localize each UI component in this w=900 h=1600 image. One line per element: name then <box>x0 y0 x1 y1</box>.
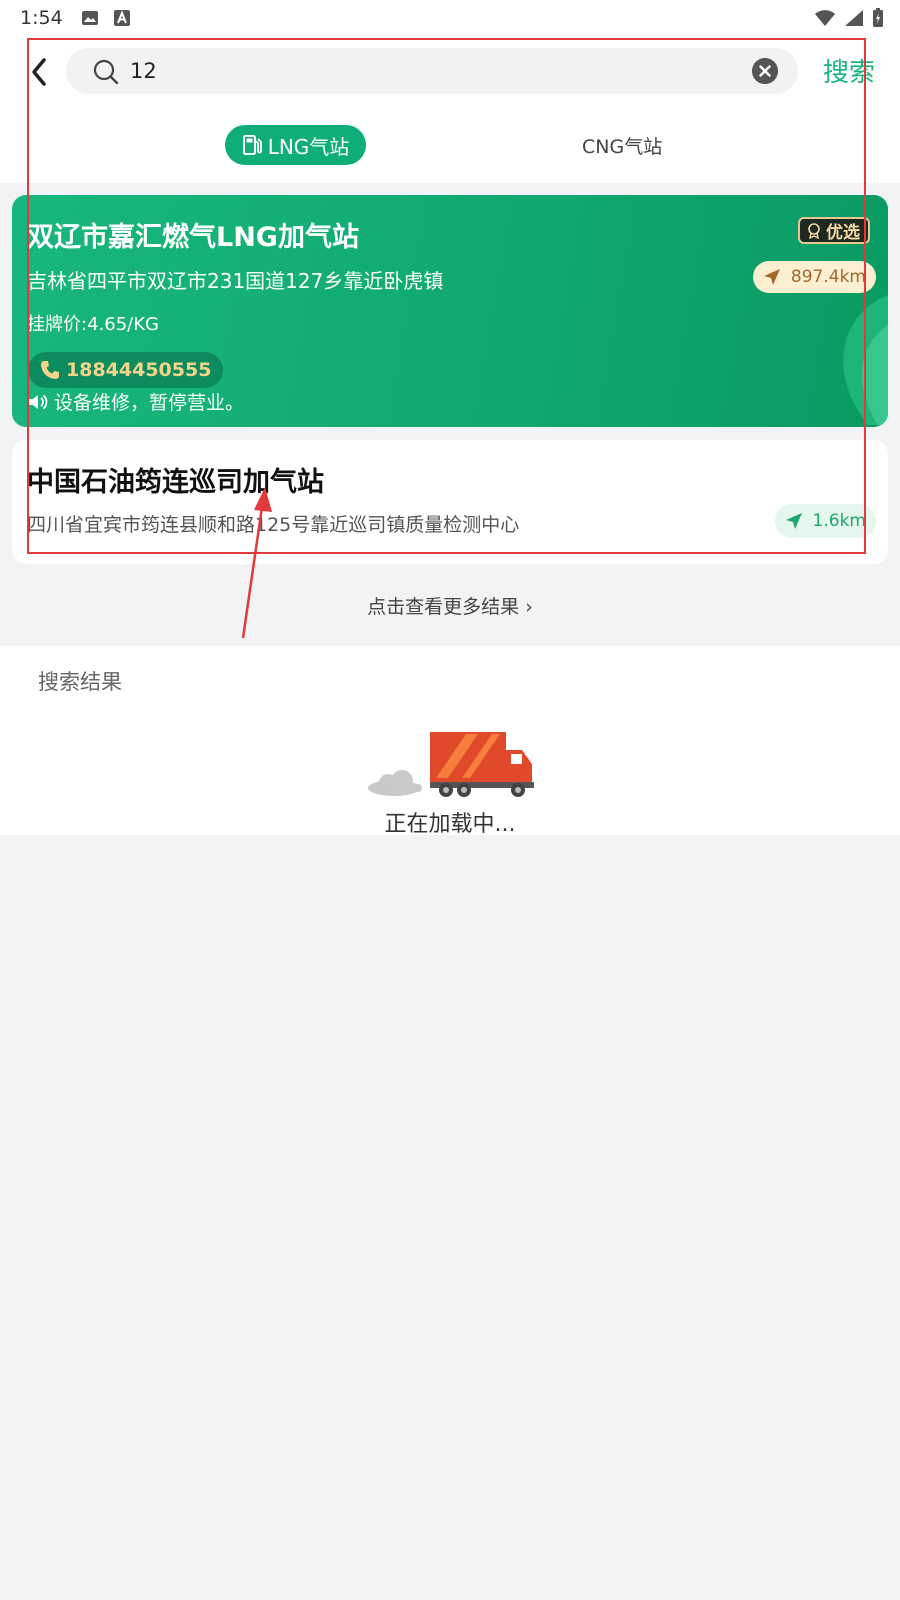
station-address: 吉林省四平市双辽市231国道127乡靠近卧虎镇 <box>27 269 444 293</box>
station-price: 挂牌价:4.65/KG <box>27 314 159 335</box>
station-name: 中国石油筠连巡司加气站 <box>27 467 324 498</box>
distance-value: 897.4km <box>790 267 866 287</box>
truck-loading-icon <box>368 732 534 797</box>
phone-number: 18844450555 <box>66 359 212 381</box>
notice-text: 设备维修，暂停营业。 <box>54 392 245 414</box>
search-box[interactable] <box>66 48 798 94</box>
navigation-icon <box>763 269 780 285</box>
distance-value: 1.6km <box>812 511 866 531</box>
fuel-pump-icon <box>242 135 262 155</box>
tab-lng-label: LNG气站 <box>267 134 350 159</box>
search-header: 搜索 LNG气站 CNG气站 <box>0 36 900 183</box>
station-card-featured[interactable]: 双辽市嘉汇燃气LNG加气站 优选 吉林省四平市双辽市231国道127乡靠近卧虎镇… <box>12 195 888 427</box>
speaker-icon <box>29 394 48 409</box>
more-results-link[interactable]: 点击查看更多结果 › <box>0 592 900 619</box>
medal-icon <box>808 222 820 239</box>
phone-icon <box>41 361 59 379</box>
status-bar: 1:54 <box>0 0 900 36</box>
leaf-decoration-icon <box>843 295 888 425</box>
navigation-icon <box>785 513 802 529</box>
signal-icon <box>845 10 863 26</box>
image-icon <box>81 11 98 25</box>
status-right <box>814 8 884 28</box>
preferred-badge: 优选 <box>798 217 870 244</box>
badge-label: 优选 <box>826 223 860 243</box>
search-button[interactable]: 搜索 <box>823 52 875 89</box>
distance-badge[interactable]: 1.6km <box>774 504 876 538</box>
tab-cng[interactable]: CNG气站 <box>582 132 662 159</box>
search-icon <box>93 59 119 85</box>
station-card[interactable]: 中国石油筠连巡司加气站 四川省宜宾市筠连县顺和路125号靠近巡司镇质量检测中心 … <box>12 440 888 564</box>
station-address: 四川省宜宾市筠连县顺和路125号靠近巡司镇质量检测中心 <box>27 514 520 536</box>
tab-lng[interactable]: LNG气站 <box>225 125 366 165</box>
status-time: 1:54 <box>20 7 63 29</box>
station-notice: 设备维修，暂停营业。 <box>28 388 244 415</box>
search-input[interactable] <box>130 54 730 88</box>
section-label: 搜索结果 <box>38 670 122 694</box>
clear-icon[interactable] <box>752 58 778 84</box>
phone-button[interactable]: 18844450555 <box>28 352 224 388</box>
back-icon[interactable] <box>26 54 56 90</box>
distance-badge[interactable]: 897.4km <box>752 261 876 293</box>
search-results-section: 搜索结果 正在加载中... <box>0 646 900 837</box>
wifi-icon <box>815 10 835 26</box>
station-name: 双辽市嘉汇燃气LNG加气站 <box>27 222 359 253</box>
loading-text: 正在加载中... <box>384 812 516 837</box>
battery-icon <box>873 8 883 27</box>
font-icon <box>113 10 130 26</box>
